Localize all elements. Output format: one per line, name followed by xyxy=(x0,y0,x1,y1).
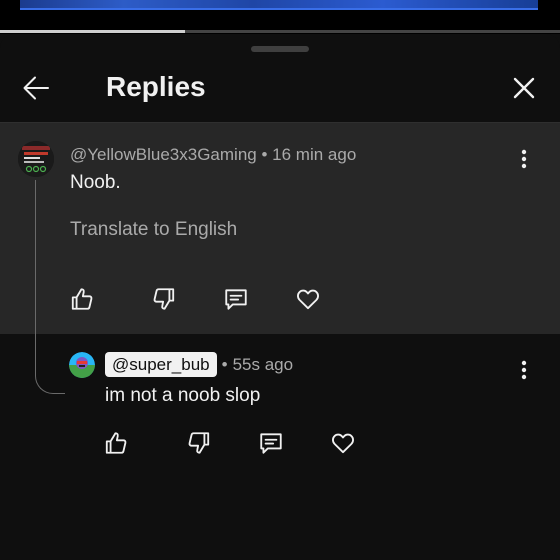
avatar-image xyxy=(69,352,95,378)
reply-mention-chip[interactable]: @super_bub xyxy=(105,352,217,377)
meta-separator: • xyxy=(221,354,228,374)
replies-sheet: Replies @YellowBlue3x3Gaming • 16 min ag… xyxy=(0,34,560,560)
heart-icon xyxy=(332,433,354,454)
comment-meta: @YellowBlue3x3Gaming • 16 min ago xyxy=(70,145,356,165)
reply-button[interactable] xyxy=(255,427,287,459)
reply-text: im not a noob slop xyxy=(105,385,261,406)
reply-button[interactable] xyxy=(220,283,252,315)
translate-link[interactable]: Translate to English xyxy=(70,219,237,241)
dislike-button[interactable] xyxy=(183,427,215,459)
heart-icon xyxy=(297,289,319,310)
avatar-image xyxy=(18,141,54,177)
reply-avatar[interactable] xyxy=(69,352,95,378)
like-button[interactable] xyxy=(66,283,98,315)
heart-button[interactable] xyxy=(327,427,359,459)
reply-icon xyxy=(225,289,247,310)
back-button[interactable] xyxy=(20,72,52,104)
close-button[interactable] xyxy=(508,72,540,104)
reply-menu-button[interactable] xyxy=(514,357,534,383)
more-vertical-icon xyxy=(521,149,527,169)
arrow-left-icon xyxy=(23,76,49,100)
video-progress-fill xyxy=(0,30,185,33)
video-player-area[interactable] xyxy=(0,0,560,34)
thumbs-down-icon xyxy=(153,288,175,310)
heart-button[interactable] xyxy=(292,283,324,315)
page-title: Replies xyxy=(106,71,206,102)
like-button[interactable] xyxy=(100,427,132,459)
dislike-button[interactable] xyxy=(148,283,180,315)
comment-time: 16 min ago xyxy=(272,145,357,164)
comment-author[interactable]: @YellowBlue3x3Gaming xyxy=(70,145,257,164)
sheet-drag-handle[interactable] xyxy=(251,46,309,52)
meta-separator: • xyxy=(261,145,268,164)
avatar[interactable] xyxy=(18,141,54,177)
thumbs-up-icon xyxy=(105,432,127,454)
thumbs-down-icon xyxy=(188,432,210,454)
video-progress-bar[interactable] xyxy=(0,30,560,33)
comment-text: Noob. xyxy=(70,172,121,193)
thumbs-up-icon xyxy=(71,288,93,310)
close-icon xyxy=(513,77,535,99)
reply-time: 55s ago xyxy=(232,354,294,374)
comment-menu-button[interactable] xyxy=(514,146,534,172)
more-vertical-icon xyxy=(521,360,527,380)
reply-meta: @super_bub • 55s ago xyxy=(105,352,293,377)
reply-icon xyxy=(260,433,282,454)
reply-thread-line xyxy=(35,180,65,394)
video-frame xyxy=(20,0,538,10)
